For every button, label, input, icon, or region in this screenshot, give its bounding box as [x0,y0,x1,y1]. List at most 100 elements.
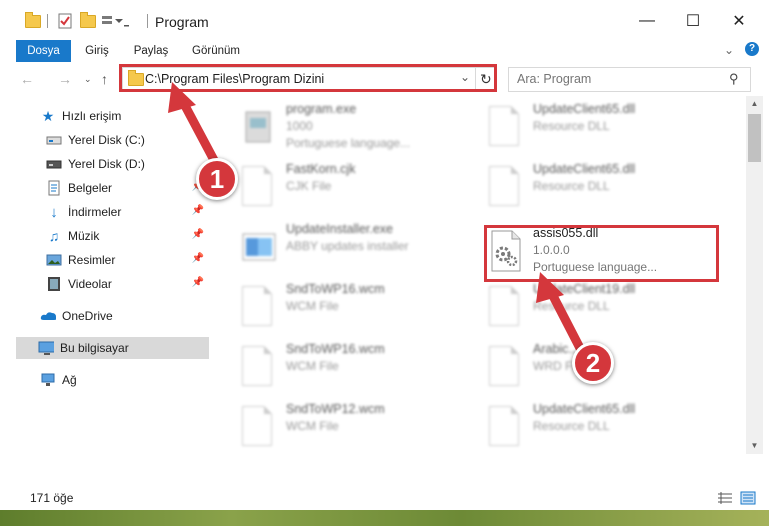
file-item[interactable]: UpdateClient65.dll Resource DLL [483,400,718,454]
search-box[interactable]: ⚲ [508,67,751,92]
ribbon-tabs: Dosya Giriş Paylaş Görünüm ⌄ ? [0,40,769,63]
sidebar-item-downloads[interactable]: ↓ İndirmeler 📌 [46,201,208,223]
recent-locations-icon[interactable]: ⌄ [84,74,92,85]
new-folder-icon[interactable] [80,11,96,30]
separator [46,12,48,30]
folder-icon[interactable] [25,11,41,30]
search-icon[interactable]: ⚲ [729,71,739,87]
status-bar: 171 öğe [0,486,769,510]
file-item[interactable]: SndToWP16.wcm WCM File [236,280,471,336]
sidebar-item-label: OneDrive [62,309,113,323]
customize-quick-access-icon[interactable] [100,12,130,30]
window-title: Program [155,14,209,30]
sidebar-item-drive-d[interactable]: Yerel Disk (D:) [46,153,208,175]
tab-home[interactable]: Giriş [78,40,116,62]
sidebar-item-quick-access[interactable]: ★ Hızlı erişim [40,105,208,127]
pin-icon[interactable]: 📌 [192,205,204,216]
file-name: UpdateClient65.dll [533,162,636,176]
back-icon[interactable]: ← [20,71,34,87]
cloud-icon [40,308,56,324]
sidebar-item-label: Bu bilgisayar [60,341,129,355]
sidebar-item-label: Videolar [68,277,112,291]
minimize-button[interactable]: — [624,6,670,36]
sidebar-item-network[interactable]: Ağ [40,369,208,391]
file-detail: WCM File [286,299,339,313]
file-item[interactable]: FastKorn.cjk CJK File [236,160,471,216]
sidebar-item-documents[interactable]: Belgeler 📌 [46,177,208,199]
file-icon [489,346,523,388]
sidebar-item-videos[interactable]: Videolar 📌 [46,273,208,295]
file-item[interactable]: UpdateClient65.dll Resource DLL [483,100,718,156]
pin-icon[interactable]: 📌 [192,229,204,240]
drive-icon [46,132,62,148]
search-input[interactable] [515,71,719,87]
file-name: UpdateClient65.dll [533,402,636,416]
file-item[interactable]: SndToWP16.wcm WCM File [236,340,471,396]
file-detail: Resource DLL [533,419,610,433]
file-detail: 1000 [286,119,313,133]
scroll-down-icon[interactable]: ▼ [746,438,763,454]
scroll-up-icon[interactable]: ▲ [746,96,763,112]
vertical-scrollbar[interactable]: ▲ ▼ [746,96,763,454]
documents-icon [46,180,62,196]
pictures-icon [46,252,62,268]
tab-share[interactable]: Paylaş [128,40,174,62]
step-2-badge: 2 [572,342,614,384]
videos-icon [46,276,62,292]
tab-view[interactable]: Görünüm [186,40,246,62]
file-name: program.exe [286,102,357,116]
sidebar-item-label: Hızlı erişim [62,109,122,123]
sidebar-item-label: Resimler [68,253,116,267]
navigation-pane: ★ Hızlı erişim Yerel Disk (C:) Yerel Dis… [0,96,210,454]
file-detail: WCM File [286,359,339,373]
drive-icon [46,156,62,172]
file-item[interactable]: UpdateInstaller.exe ABBY updates install… [236,220,471,276]
address-bar-highlight [119,64,497,92]
file-name: UpdateClient65.dll [533,102,636,116]
file-icon [242,286,276,328]
file-name: SndToWP16.wcm [286,282,385,296]
dll-icon [489,406,523,448]
sidebar-item-drive-c[interactable]: Yerel Disk (C:) [46,129,208,151]
details-view-icon[interactable] [717,492,733,507]
network-icon [40,372,56,388]
tab-file[interactable]: Dosya [16,40,71,62]
dll-file-highlight [484,225,719,282]
up-icon[interactable]: ↑ [101,71,108,87]
file-name: Arabic... [533,342,579,356]
large-icons-view-icon[interactable] [740,491,756,508]
dll-icon [489,106,523,148]
file-detail: Portuguese language... [286,136,411,150]
sidebar-item-pictures[interactable]: Resimler 📌 [46,249,208,271]
sidebar-item-onedrive[interactable]: OneDrive [40,305,208,327]
file-item[interactable]: program.exe 1000 Portuguese language... [236,100,471,156]
properties-icon[interactable] [57,12,73,30]
file-detail: Resource DLL [533,179,610,193]
file-detail: Resource DLL [533,119,610,133]
expand-ribbon-icon[interactable]: ⌄ [724,43,734,57]
pin-icon[interactable]: 📌 [192,253,204,264]
file-detail: ABBY updates installer [286,239,409,253]
help-icon[interactable]: ? [745,42,759,56]
item-count: 171 öğe [30,491,74,505]
sidebar-item-label: Ağ [62,373,77,387]
forward-icon[interactable]: → [58,71,72,87]
sidebar-item-this-pc[interactable]: Bu bilgisayar [16,337,209,359]
title-bar: Program — ☐ ✕ [0,0,769,40]
pin-icon[interactable]: 📌 [192,277,204,288]
file-item[interactable]: UpdateClient65.dll Resource DLL [483,160,718,216]
file-icon [242,346,276,388]
file-detail: CJK File [286,179,332,193]
file-item[interactable]: SndToWP12.wcm WCM File [236,400,471,454]
step-1-badge: 1 [196,158,238,200]
file-name: UpdateInstaller.exe [286,222,394,236]
downloads-icon: ↓ [50,203,58,221]
file-icon [242,406,276,448]
scrollbar-thumb[interactable] [748,114,761,162]
sidebar-item-music[interactable]: ♫ Müzik 📌 [46,225,208,247]
close-button[interactable]: ✕ [716,6,762,36]
file-item[interactable]: UpdateClient19.dll Resource DLL [483,280,718,336]
sidebar-item-label: Belgeler [68,181,113,195]
music-icon: ♫ [48,228,60,244]
maximize-button[interactable]: ☐ [670,6,716,36]
